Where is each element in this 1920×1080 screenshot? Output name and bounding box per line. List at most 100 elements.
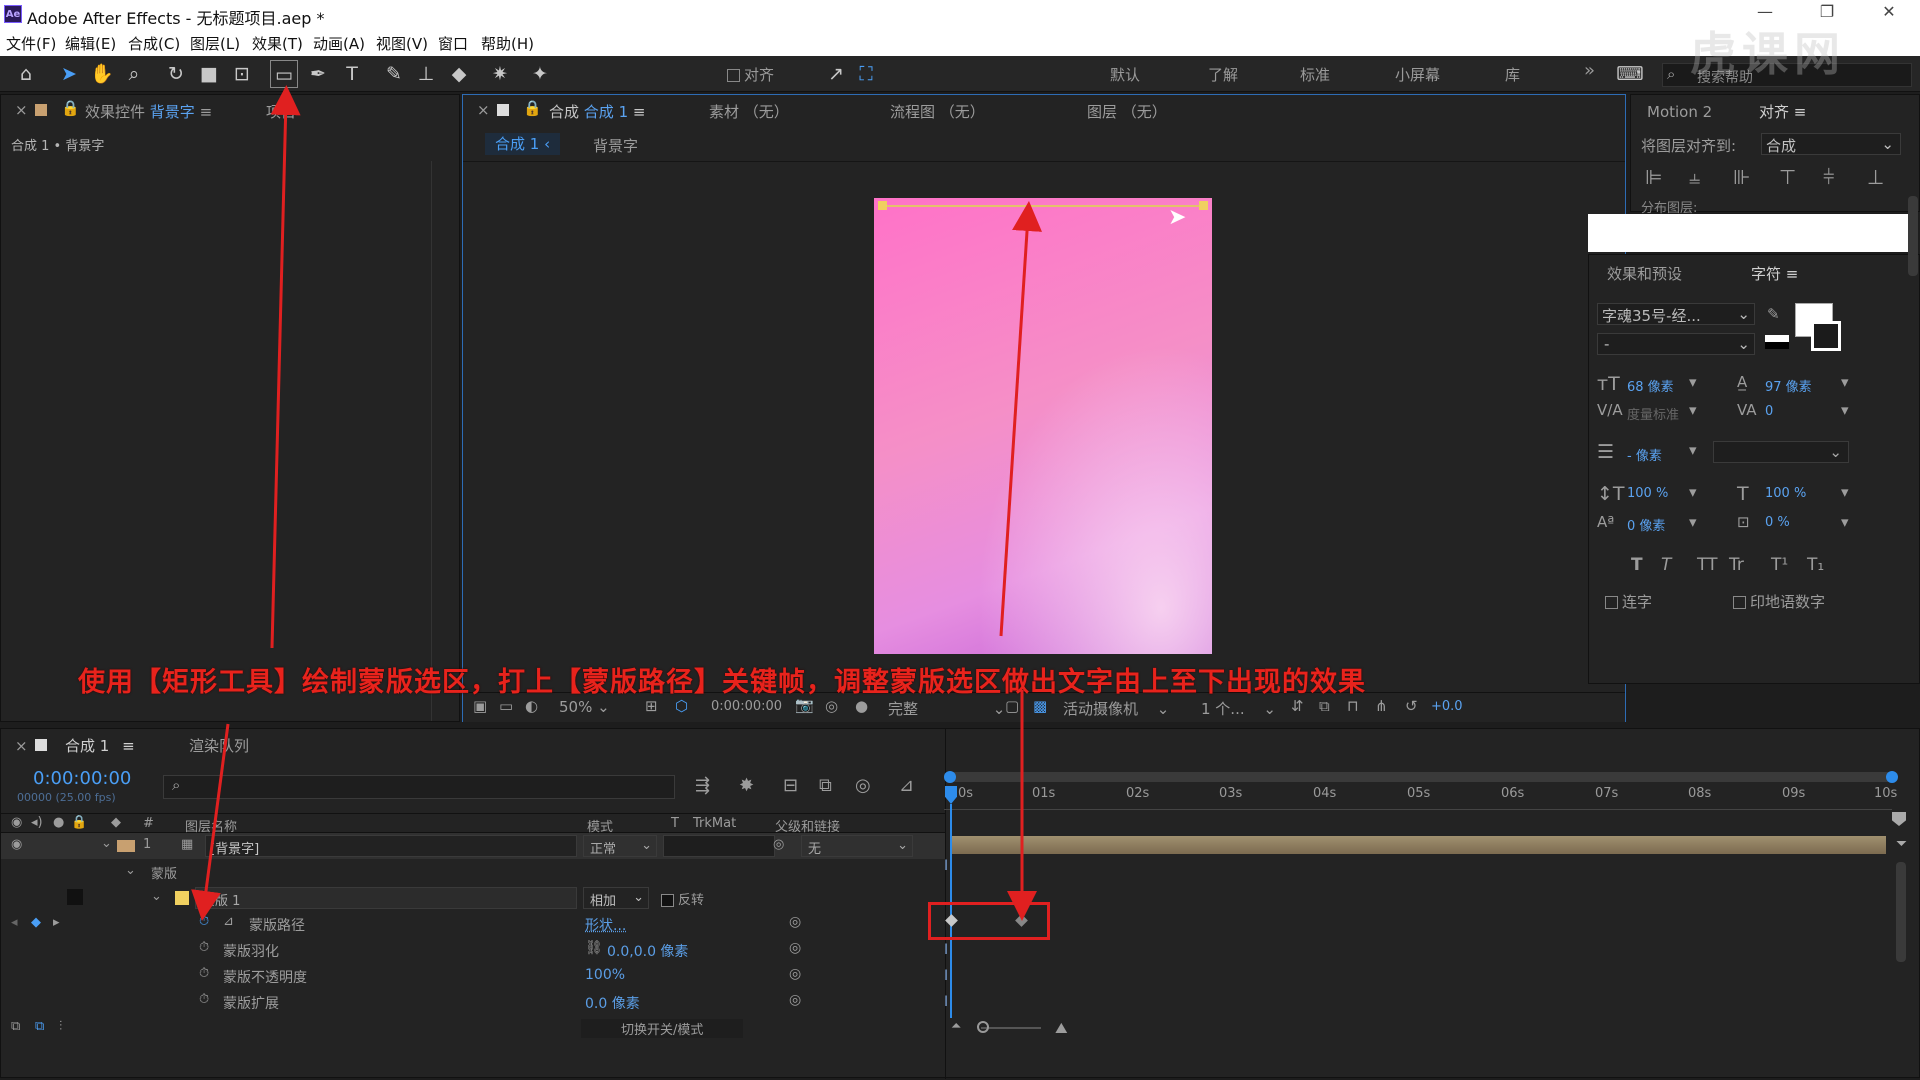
dropdown-arrow-icon[interactable]: ▾ — [1689, 373, 1697, 391]
menu-help[interactable]: 帮助(H) — [481, 33, 534, 54]
label-icon[interactable]: ◆ — [111, 815, 121, 830]
frame-blend-icon[interactable]: ⊟ — [783, 775, 798, 796]
viewer-timecode[interactable]: 0:00:00:00 — [711, 699, 782, 714]
workspace-standard[interactable]: 标准 — [1300, 64, 1330, 85]
mask-group-row[interactable]: ⌄ 蒙版 — [1, 859, 945, 885]
right-scrollbar[interactable] — [1908, 196, 1918, 276]
stroke-color-swatch[interactable] — [1811, 321, 1841, 351]
mask-path[interactable] — [882, 205, 1204, 207]
tracking-value[interactable]: 0 — [1765, 404, 1773, 419]
menu-layer[interactable]: 图层(L) — [190, 33, 240, 54]
tab-composition[interactable]: 合成 合成 1 ≡ — [549, 101, 645, 122]
superscript-button[interactable]: T¹ — [1771, 555, 1788, 575]
tab-character[interactable]: 字符 ≡ — [1751, 263, 1798, 284]
tab-align[interactable]: 对齐 ≡ — [1759, 101, 1806, 122]
mask-view-icon[interactable]: ◐ — [525, 697, 538, 715]
stopwatch-icon[interactable]: ⏱ — [199, 992, 209, 1007]
stopwatch-icon[interactable]: ⏱ — [199, 914, 209, 929]
zoom-slider-handle[interactable] — [977, 1021, 989, 1033]
timeline-search-input[interactable]: ⌕ — [163, 775, 675, 799]
faux-bold-button[interactable]: T — [1631, 555, 1643, 575]
zoom-tool-icon[interactable]: ⌕ — [120, 60, 148, 88]
align-left-icon[interactable]: ⊫ — [1645, 165, 1662, 189]
work-area-end[interactable] — [1886, 771, 1898, 783]
layer-end-icon[interactable]: ⏷ — [1896, 836, 1907, 852]
exposure-reset-icon[interactable]: ↺ — [1405, 697, 1418, 715]
eye-icon[interactable]: ◉ — [11, 837, 22, 852]
chart-icon[interactable]: ⊿ — [899, 775, 914, 796]
reset-icon[interactable]: ⇵ — [1291, 697, 1304, 715]
layer-row[interactable]: ◉ ⌄ 1 ▦ [背景字] 正常 ⌄ ◎ 无 ⌄ — [1, 833, 945, 859]
graph-icon[interactable]: ⊿ — [223, 914, 234, 929]
parent-pickwhip-icon[interactable]: ◎ — [773, 837, 784, 852]
link-icon[interactable]: ⛓ — [585, 940, 603, 956]
tab-flowchart[interactable]: 流程图 （无） — [890, 101, 985, 122]
zoom-out-icon[interactable]: ⏶ — [951, 1019, 961, 1034]
work-area-start[interactable] — [944, 771, 956, 783]
nav-comp[interactable]: 合成 1 ‹ — [485, 133, 561, 155]
layer-name[interactable]: [背景字] — [205, 835, 577, 857]
dropdown-arrow-icon[interactable]: ▾ — [1841, 483, 1849, 501]
keyboard-icon[interactable]: ⌨ — [1616, 60, 1644, 88]
pickwhip-icon[interactable]: ◎ — [789, 992, 801, 1008]
views-dropdown[interactable]: 1 个... ⌄ — [1201, 698, 1276, 719]
menu-animation[interactable]: 动画(A) — [313, 33, 365, 54]
workspace-library[interactable]: 库 — [1505, 64, 1520, 85]
add-keyframe-icon[interactable]: ◆ — [31, 915, 41, 930]
align-hcenter-icon[interactable]: ⫨ — [1689, 165, 1700, 189]
tab-timeline-comp[interactable]: 合成 1 ≡ — [65, 735, 135, 756]
align-right-icon[interactable]: ⊪ — [1733, 165, 1750, 189]
workspace-small-screen[interactable]: 小屏幕 — [1395, 64, 1440, 85]
hand-tool-icon[interactable]: ✋ — [88, 60, 116, 88]
pan-behind-icon[interactable]: ⊡ — [228, 60, 256, 88]
mask-feather-row[interactable]: ⏱ 蒙版羽化 ⛓ 0.0,0.0 像素 ◎ — [1, 937, 945, 963]
preview-icon[interactable]: ▣ — [473, 697, 487, 715]
time-stretch-icon[interactable]: ⫶ — [59, 1019, 62, 1034]
menu-edit[interactable]: 编辑(E) — [65, 33, 116, 54]
resolution-dropdown[interactable]: 完整 ⌄ — [888, 698, 1005, 719]
workspace-learn[interactable]: 了解 — [1208, 64, 1238, 85]
selection-tool-icon[interactable]: ➤ — [55, 60, 83, 88]
eyedropper-icon[interactable]: ✎ — [1767, 305, 1780, 323]
trkmat-dropdown[interactable] — [663, 835, 775, 857]
tsume-value[interactable]: 0 % — [1765, 515, 1790, 530]
show-snapshot-icon[interactable]: ◎ — [825, 697, 838, 715]
mask-color-swatch[interactable] — [175, 891, 189, 905]
timeline-icon[interactable]: ⊓ — [1347, 697, 1359, 715]
mask-path-row[interactable]: ◂ ◆ ▸ ⏱ ⊿ 蒙版路径 形状... ◎ — [1, 911, 945, 937]
horizontal-scale-value[interactable]: 100 % — [1765, 486, 1806, 501]
close-tab-icon[interactable]: × — [477, 101, 490, 119]
tab-layer[interactable]: 图层 （无） — [1087, 101, 1167, 122]
layer-switches-icon[interactable]: ⧉ — [35, 1019, 44, 1034]
tab-effects-presets[interactable]: 效果和预设 — [1607, 263, 1682, 284]
camera-tool-icon[interactable]: ■ — [195, 60, 223, 88]
dropdown-arrow-icon[interactable]: ▾ — [1689, 401, 1697, 419]
pen-tool-icon[interactable]: ✒ — [304, 60, 332, 88]
grid-icon[interactable]: ⊞ — [645, 697, 658, 715]
black-white-icon[interactable] — [1765, 335, 1789, 349]
layer-duration-bar[interactable] — [951, 836, 1886, 854]
zoom-slider[interactable] — [981, 1027, 1041, 1029]
more-workspaces-button[interactable]: » — [1584, 60, 1595, 81]
exposure-value[interactable]: +0.0 — [1431, 699, 1463, 714]
tab-motion2[interactable]: Motion 2 — [1647, 103, 1712, 121]
faux-italic-button[interactable]: T — [1661, 555, 1671, 575]
work-area-bar[interactable] — [944, 772, 1892, 782]
vertical-scale-value[interactable]: 100 % — [1627, 486, 1668, 501]
tab-footage[interactable]: 素材 （无） — [709, 101, 789, 122]
toggle-switches-modes[interactable]: 切换开关/模式 — [581, 1019, 744, 1038]
region-icon[interactable]: ▢ — [1005, 697, 1019, 715]
scrollbar[interactable] — [431, 161, 443, 721]
mask-visibility-icon[interactable]: ⬡ — [675, 697, 688, 715]
flowchart-icon[interactable]: ⋔ — [1375, 697, 1388, 715]
prop-value[interactable]: 100% — [585, 967, 625, 983]
timeline-timecode[interactable]: 0:00:00:00 — [33, 768, 131, 789]
lock-icon[interactable]: 🔒 — [523, 99, 542, 117]
mask-row[interactable]: ⌄ 蒙版 1 相加 ⌄ 反转 — [1, 885, 945, 911]
eraser-tool-icon[interactable]: ◆ — [445, 60, 473, 88]
close-button[interactable]: ✕ — [1874, 2, 1904, 21]
baseline-value[interactable]: 0 像素 — [1627, 515, 1665, 534]
stroke-width-value[interactable]: - 像素 — [1627, 445, 1662, 464]
graph-editor-icon[interactable]: ◎ — [855, 775, 871, 796]
mask-toggle[interactable] — [67, 889, 83, 905]
